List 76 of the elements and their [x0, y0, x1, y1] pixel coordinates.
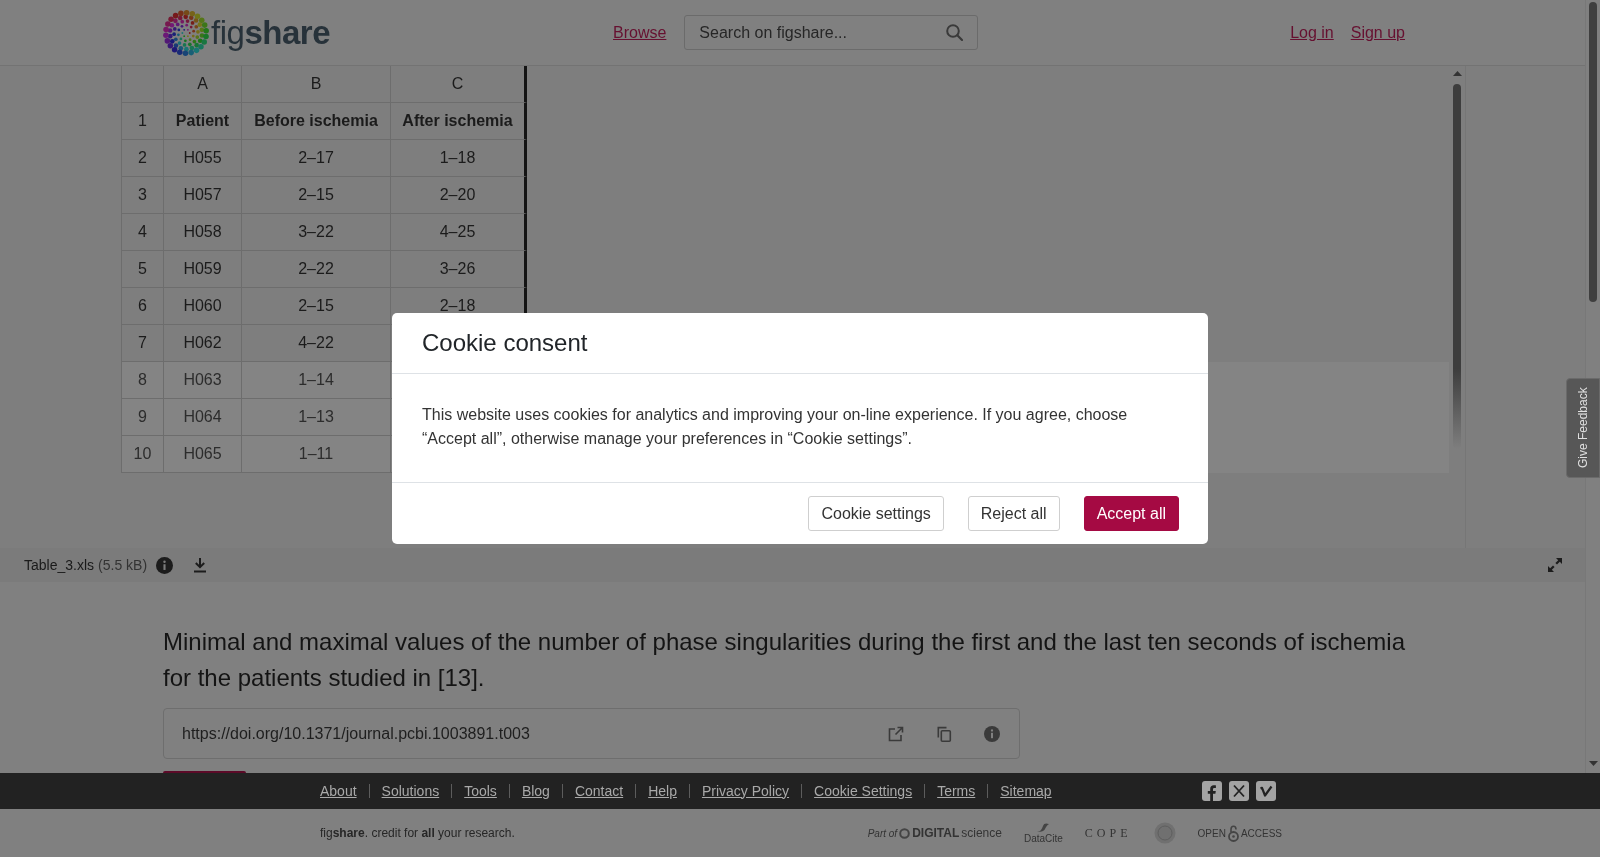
partner-logo-text: Part of [867, 826, 898, 841]
footer-link[interactable]: Help [648, 780, 677, 802]
column-header[interactable]: B [242, 66, 391, 103]
dialog-button[interactable]: Reject all [967, 496, 1060, 531]
footer-link[interactable]: Sitemap [1000, 780, 1052, 802]
footer-link[interactable]: Blog [521, 780, 550, 802]
table-cell: H057 [164, 177, 242, 214]
partner-logo-text: COPE [1084, 825, 1132, 842]
table-cell: Patient [164, 103, 242, 140]
table-cell: H060 [164, 288, 242, 325]
row-number: 1 [121, 103, 164, 140]
doi-link[interactable]: https://doi.org/10.1371/journal.pcbi.1003891.t003 [182, 721, 530, 746]
row-number: 2 [121, 140, 164, 177]
table-cell: 1–18 [391, 140, 527, 177]
spiral-dots-icon [163, 7, 210, 58]
info-icon[interactable] [984, 725, 1000, 742]
partner-logo-text: ACCESS [1240, 826, 1282, 841]
row-number: 3 [121, 177, 164, 214]
page-scrollbar-thumb[interactable] [1589, 2, 1597, 302]
table-cell: 4–25 [391, 214, 527, 251]
partner-logo-text: science [961, 825, 1002, 842]
row-number: 10 [121, 436, 164, 473]
column-header[interactable]: C [391, 66, 527, 103]
footer-link[interactable]: About [320, 780, 357, 802]
open-lock-icon [1227, 824, 1239, 842]
round-seal-icon [1153, 822, 1176, 844]
footer-link[interactable]: Privacy Policy [701, 780, 790, 802]
table-cell: After ischemia [391, 103, 527, 140]
table-caption: Minimal and maximal values of the number of phase singularities during the first and the last ten seconds of ischemia for the patients studied in [13]. [163, 627, 1406, 693]
curve-icon [1036, 821, 1051, 833]
row-number: 4 [121, 214, 164, 251]
partner-logo-text: DataCite [1023, 832, 1063, 845]
table-cell: 3–22 [242, 214, 391, 251]
table-cell: H058 [164, 214, 242, 251]
dialog-message: This website uses cookies for analytics and improving your on-line experience. If you agree, choose “Accept all”, otherwise manage your preferences in “Cookie settings”. [422, 405, 1129, 449]
dialog-title: Cookie consent [422, 328, 588, 358]
footer-link[interactable]: Terms [937, 780, 976, 802]
x-icon[interactable] [1229, 781, 1249, 801]
dialog-button[interactable]: Cookie settings [808, 496, 944, 531]
v-icon[interactable] [1256, 781, 1276, 801]
search-field[interactable]: Search on figshare... [684, 15, 979, 50]
file-name: Table_3.xls [24, 555, 95, 575]
search-icon[interactable] [946, 24, 964, 41]
feedback-tab[interactable]: Give Feedback [1566, 378, 1600, 478]
table-cell: H065 [164, 436, 242, 473]
download-icon[interactable] [192, 557, 209, 573]
footer-link[interactable]: Solutions [381, 780, 440, 802]
table-cell: 2–22 [242, 251, 391, 288]
row-number: 5 [121, 251, 164, 288]
row-number: 6 [121, 288, 164, 325]
partner-logo-text: DIGITAL [912, 825, 960, 842]
footer-link[interactable]: Tools [464, 780, 497, 802]
expand-icon[interactable] [1548, 558, 1562, 572]
ring-icon [899, 827, 911, 839]
table-cell: 1–11 [242, 436, 391, 473]
table-cell: 3–26 [391, 251, 527, 288]
scroll-down-arrow-icon[interactable] [1589, 761, 1598, 766]
facebook-icon[interactable] [1202, 781, 1222, 801]
footer-link[interactable]: Cookie Settings [814, 780, 913, 802]
table-cell: Before ischemia [242, 103, 391, 140]
partner-logo-text: OPEN [1197, 826, 1226, 841]
dialog-button[interactable]: Accept all [1083, 496, 1179, 531]
table-cell: 2–17 [242, 140, 391, 177]
copy-icon[interactable] [936, 725, 952, 742]
table-cell: 2–15 [242, 177, 391, 214]
info-icon[interactable] [156, 556, 174, 574]
external-link-icon[interactable] [888, 725, 904, 742]
scroll-up-arrow-icon[interactable] [1452, 71, 1462, 76]
tagline: figshare. credit for all your research. [320, 825, 515, 842]
footer-link[interactable]: Contact [574, 780, 624, 802]
column-header[interactable]: A [164, 66, 242, 103]
file-size: (5.5 kB) [98, 555, 148, 575]
table-cell: H055 [164, 140, 242, 177]
table-cell: H059 [164, 251, 242, 288]
table-cell: 2–20 [391, 177, 527, 214]
table-cell: 2–15 [242, 288, 391, 325]
